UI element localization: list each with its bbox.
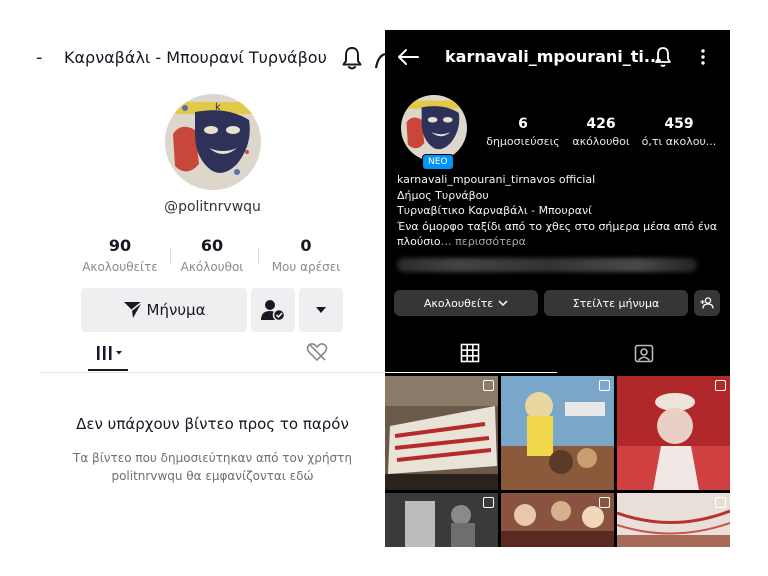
stat-following[interactable]: 459 ό,τι ακολου... (639, 116, 719, 148)
following-button-label: Ακολουθείτε (423, 296, 494, 310)
empty-state-title: Δεν υπάρχουν βίντεο προς το παρόν (76, 415, 349, 433)
tab-tagged[interactable] (632, 343, 656, 365)
empty-state-description: Τα βίντεο που δημοσιεύτηκαν από τον χρήσ… (60, 449, 365, 485)
tiktok-profile-screen: - Καρναβάλι - Μπουρανί Τυρνάβου k @polit… (0, 0, 385, 576)
active-tab-indicator (88, 369, 128, 371)
post-photo (385, 376, 498, 490)
more-vertical-icon[interactable] (697, 47, 709, 67)
post-photo (385, 493, 498, 547)
divider (40, 372, 385, 373)
bell-icon[interactable] (340, 45, 364, 71)
message-button[interactable]: Μήνυμα (81, 288, 247, 332)
back-icon[interactable]: - (36, 47, 43, 68)
more-options-button[interactable] (299, 288, 343, 332)
empty-state-line-2: politnrvwqu θα εμφανίζονται εδώ (111, 469, 314, 483)
multiple-photos-icon (599, 380, 610, 391)
multiple-photos-icon (715, 497, 726, 508)
post-thumbnail[interactable] (385, 493, 498, 547)
stat-followers-value: 426 (586, 116, 616, 132)
share-icon[interactable] (375, 48, 385, 70)
add-person-icon (700, 297, 714, 309)
tagged-icon (634, 344, 654, 363)
avatar[interactable]: k (165, 94, 261, 190)
multiple-photos-icon (715, 380, 726, 391)
post-photo (617, 376, 730, 490)
stat-likes-value: 0 (300, 236, 312, 255)
post-thumbnail[interactable] (385, 376, 498, 490)
friends-button[interactable] (251, 288, 295, 332)
instagram-profile-screen: karnavali_mpourani_ti... ΝΕΟ 6 δημοσιεύσ… (385, 30, 730, 547)
stat-posts-label: δημοσιεύσεις (486, 135, 560, 148)
bio-more-link[interactable]: … περισσότερα (441, 235, 526, 248)
profile-title: Καρναβάλι - Μπουρανί Τυρνάβου (64, 48, 327, 67)
stat-followers[interactable]: 60 Ακόλουθοι (172, 236, 252, 274)
new-badge: ΝΕΟ (422, 154, 454, 170)
post-photo (501, 493, 614, 547)
divider (170, 248, 171, 264)
stat-following-value: 90 (108, 236, 132, 255)
stat-posts-value: 6 (518, 116, 528, 132)
friend-check-icon (261, 300, 285, 321)
liked-hidden-icon[interactable] (306, 342, 328, 362)
multiple-photos-icon (599, 497, 610, 508)
bio-line: Δήμος Τυρνάβου (397, 188, 489, 202)
stat-following-value: 459 (664, 116, 694, 132)
divider (258, 248, 259, 264)
stat-followers-label: ακόλουθοι (572, 135, 630, 148)
back-arrow-icon[interactable] (397, 48, 419, 66)
message-button-label: Στείλτε μήνυμα (572, 296, 660, 310)
tab-posts-grid[interactable] (455, 343, 485, 365)
message-button[interactable]: Στείλτε μήνυμα (544, 290, 688, 316)
stat-following-label: ό,τι ακολου... (641, 135, 717, 148)
bio-line: Τυρναβίτικο Καρναβάλι - Μπουρανί (397, 204, 592, 217)
stat-following-label: Ακολουθείτε (82, 260, 158, 274)
multiple-photos-icon (483, 380, 494, 391)
bio-line: Ένα όμορφο ταξίδι από το χθες στο σήμερα… (397, 219, 718, 233)
post-thumbnail[interactable] (501, 493, 614, 547)
empty-state-line-1: Τα βίντεο που δημοσιεύτηκαν από τον χρήσ… (73, 451, 352, 465)
post-thumbnail[interactable] (617, 493, 730, 547)
bell-icon[interactable] (653, 46, 673, 68)
carnival-mask-image (401, 95, 467, 161)
stat-following[interactable]: 90 Ακολουθείτε (80, 236, 160, 274)
profile-username: karnavali_mpourani_ti... (445, 47, 663, 66)
blurred-link (397, 258, 697, 272)
stat-followers-value: 60 (200, 236, 224, 255)
avatar[interactable] (401, 95, 467, 161)
tab-videos[interactable] (90, 340, 130, 366)
multiple-photos-icon (483, 497, 494, 508)
posts-grid (385, 376, 730, 547)
post-thumbnail[interactable] (501, 376, 614, 490)
carnival-mask-image: k (165, 94, 261, 190)
suggested-people-button[interactable] (694, 290, 720, 316)
active-tab-indicator (385, 372, 557, 373)
bio-line: πλούσιο… περισσότερα (397, 234, 722, 250)
stat-likes-label: Μου αρέσει (271, 260, 341, 274)
following-button[interactable]: Ακολουθείτε (394, 290, 538, 316)
caret-down-icon (316, 307, 326, 313)
post-photo (501, 376, 614, 490)
chevron-down-icon (498, 300, 508, 306)
svg-text:k: k (215, 102, 221, 113)
stat-followers-label: Ακόλουθοι (180, 260, 244, 274)
send-icon (123, 301, 142, 318)
post-photo (617, 493, 730, 547)
stat-followers[interactable]: 426 ακόλουθοι (561, 116, 641, 148)
videos-grid-icon (97, 346, 122, 360)
stat-likes[interactable]: 0 Μου αρέσει (266, 236, 346, 274)
grid-icon (460, 343, 480, 363)
profile-bio: karnavali_mpourani_tirnavos official Δήμ… (397, 172, 722, 250)
bio-name: karnavali_mpourani_tirnavos official (397, 173, 596, 186)
message-button-label: Μήνυμα (146, 301, 206, 319)
stat-posts[interactable]: 6 δημοσιεύσεις (483, 116, 563, 148)
username: @politnrvwqu (164, 199, 261, 215)
bio-truncated-text: πλούσιο (397, 235, 441, 248)
post-thumbnail[interactable] (617, 376, 730, 490)
